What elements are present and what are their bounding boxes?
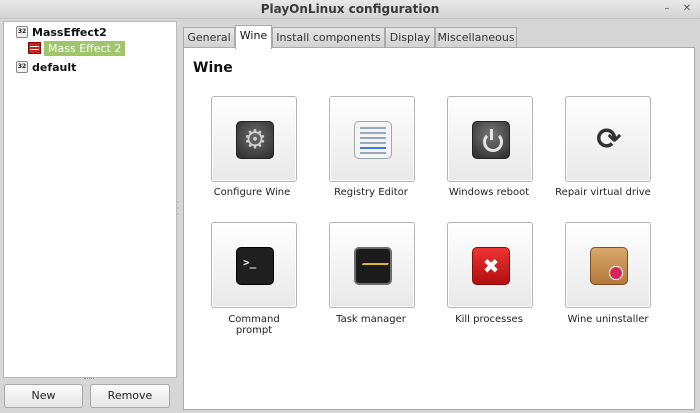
tab-install-components[interactable]: Install components	[272, 27, 385, 48]
remove-button[interactable]: Remove	[90, 384, 170, 408]
tab-display[interactable]: Display	[385, 27, 435, 48]
game-icon	[28, 42, 41, 54]
panel-grip[interactable]	[84, 378, 94, 381]
tree-item-label: MassEffect2	[32, 25, 107, 39]
task-monitor-icon	[354, 247, 392, 285]
tree-item-masseffect2[interactable]: 32 MassEffect2	[16, 24, 107, 40]
gear-icon	[236, 121, 274, 159]
refresh-icon	[590, 121, 628, 159]
prefix-tree[interactable]: 32 MassEffect2 Mass Effect 2 32 default	[3, 21, 177, 378]
repair-virtual-drive-button[interactable]	[565, 96, 651, 182]
registry-editor-button[interactable]	[329, 96, 415, 182]
wine-32bit-icon: 32	[16, 61, 28, 73]
panel-splitter[interactable]: · · ·	[176, 199, 180, 220]
tab-wine[interactable]: Wine	[235, 25, 272, 49]
configure-wine-label: Configure Wine	[213, 187, 291, 198]
command-prompt-label: Command prompt	[228, 314, 280, 336]
section-heading: Wine	[193, 60, 233, 76]
window-title: PlayOnLinux configuration	[260, 2, 440, 16]
tab-miscellaneous[interactable]: Miscellaneous	[435, 27, 517, 48]
new-button[interactable]: New	[4, 384, 83, 408]
windows-reboot-button[interactable]	[447, 96, 533, 182]
minimize-icon[interactable]: –	[660, 2, 674, 16]
uninstall-package-icon	[590, 247, 628, 285]
kill-icon	[472, 247, 510, 285]
kill-processes-button[interactable]	[447, 222, 533, 308]
windows-reboot-label: Windows reboot	[448, 187, 530, 198]
registry-icon	[354, 121, 392, 159]
tree-item-mass-effect-2[interactable]: Mass Effect 2	[28, 40, 126, 56]
wine-uninstaller-button[interactable]	[565, 222, 651, 308]
repair-virtual-drive-label: Repair virtual drive	[555, 187, 651, 198]
close-icon[interactable]: ✕	[680, 2, 694, 16]
terminal-icon	[236, 247, 274, 285]
tree-item-label-selected: Mass Effect 2	[44, 40, 126, 56]
configure-wine-button[interactable]	[211, 96, 297, 182]
task-manager-label: Task manager	[336, 314, 406, 325]
tree-item-default[interactable]: 32 default	[16, 59, 76, 75]
command-prompt-button[interactable]	[211, 222, 297, 308]
kill-processes-label: Kill processes	[455, 314, 523, 325]
task-manager-button[interactable]	[329, 222, 415, 308]
wine-32bit-icon: 32	[16, 26, 28, 38]
tab-general[interactable]: General	[183, 27, 235, 48]
title-bar: PlayOnLinux configuration – ✕	[0, 0, 700, 19]
registry-editor-label: Registry Editor	[334, 187, 408, 198]
wine-uninstaller-label: Wine uninstaller	[567, 314, 649, 325]
tree-item-label: default	[32, 60, 77, 74]
power-icon	[472, 121, 510, 159]
